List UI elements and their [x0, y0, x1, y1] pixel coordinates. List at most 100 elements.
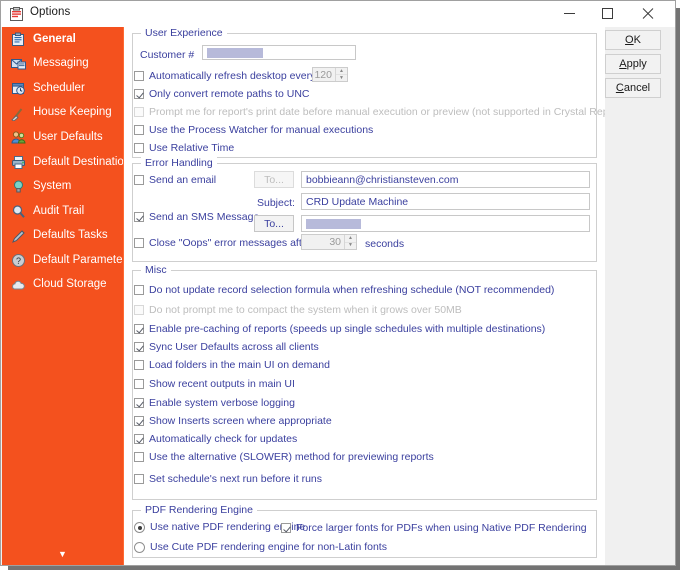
ok-button[interactable]: OK: [605, 30, 661, 50]
misc-item-label: Automatically check for updates: [149, 433, 298, 445]
close-oops-checkbox[interactable]: Close "Oops" error messages after: [134, 238, 311, 249]
customer-number-label: Customer #: [140, 49, 195, 61]
checkbox-box: [134, 398, 144, 408]
sidebar-item-label: General: [33, 32, 76, 45]
sidebar-item-user-defaults[interactable]: User Defaults: [2, 125, 123, 150]
misc-item-label: Enable system verbose logging: [149, 397, 295, 409]
relative-time-checkbox[interactable]: Use Relative Time: [134, 143, 234, 154]
pdf-force-larger-fonts-checkbox[interactable]: Force larger fonts for PDFs when using N…: [281, 523, 587, 534]
window-title: Options: [30, 6, 71, 18]
send-email-label: Send an email: [149, 174, 217, 186]
apply-button[interactable]: Apply: [605, 54, 661, 74]
misc-load-folders-on-demand-checkbox[interactable]: Load folders in the main UI on demand: [134, 360, 330, 371]
misc-auto-check-updates-checkbox[interactable]: Automatically check for updates: [134, 434, 297, 445]
email-subject-label: Subject:: [257, 197, 295, 209]
users-icon: [11, 130, 26, 145]
send-sms-label: Send an SMS Message: [149, 211, 260, 223]
sidebar-item-audit-trail[interactable]: Audit Trail: [2, 199, 123, 224]
sidebar-nav[interactable]: General Messaging Scheduler House Keepin…: [2, 27, 123, 565]
only-convert-unc-checkbox[interactable]: Only convert remote paths to UNC: [134, 89, 309, 100]
email-subject-input[interactable]: CRD Update Machine: [301, 193, 590, 210]
sidebar-item-label: House Keeping: [33, 106, 112, 119]
customer-number-input[interactable]: [202, 45, 356, 60]
sidebar-item-label: Defaults Tasks: [33, 229, 108, 242]
sms-to-button[interactable]: To...: [254, 215, 294, 232]
close-oops-label: Close "Oops" error messages after: [149, 237, 312, 249]
sidebar-item-house-keeping[interactable]: House Keeping: [2, 101, 123, 126]
sidebar-item-label: Scheduler: [33, 81, 85, 94]
sidebar-item-messaging[interactable]: Messaging: [2, 52, 123, 77]
misc-show-recent-outputs-checkbox[interactable]: Show recent outputs in main UI: [134, 379, 295, 390]
stepper-down-icon[interactable]: ▼: [336, 75, 347, 81]
minimize-icon[interactable]: [551, 1, 589, 26]
sidebar-item-label: User Defaults: [33, 130, 103, 143]
stepper-down-icon[interactable]: ▼: [345, 243, 356, 250]
broom-icon: [11, 106, 26, 122]
stepper-arrows[interactable]: ▲ ▼: [335, 68, 347, 81]
checkbox-box: [134, 175, 144, 185]
misc-legend: Misc: [141, 264, 171, 276]
checkbox-box: [134, 71, 144, 81]
apply-button-label: pply: [626, 58, 647, 70]
sidebar-item-general[interactable]: General: [2, 27, 123, 52]
customer-number-redaction: [207, 47, 263, 58]
svg-text:?: ?: [16, 256, 21, 266]
options-clipboard-icon: [10, 7, 23, 21]
sidebar-item-system[interactable]: System: [2, 175, 123, 200]
pdf-native-engine-radio[interactable]: Use native PDF rendering engine: [134, 522, 305, 533]
maximize-icon[interactable]: [589, 1, 627, 26]
checkbox-box: [134, 360, 144, 370]
sidebar-item-cloud-storage[interactable]: Cloud Storage: [2, 273, 123, 298]
misc-sync-user-defaults-checkbox[interactable]: Sync User Defaults across all clients: [134, 342, 319, 353]
checkbox-box: [134, 434, 144, 444]
cancel-button-label: ancel: [623, 82, 651, 94]
checkbox-box: [134, 379, 144, 389]
send-sms-checkbox[interactable]: Send an SMS Message: [134, 212, 259, 223]
checkbox-box: [134, 452, 144, 462]
stepper-arrows[interactable]: ▲ ▼: [344, 235, 356, 249]
radio-circle: [134, 542, 145, 553]
close-icon[interactable]: [629, 1, 667, 26]
sidebar-item-scheduler[interactable]: Scheduler: [2, 76, 123, 101]
sidebar-scroll-down-icon[interactable]: ▼: [2, 550, 123, 559]
misc-item-label: Do not update record selection formula w…: [149, 284, 555, 296]
process-watcher-checkbox[interactable]: Use the Process Watcher for manual execu…: [134, 125, 373, 136]
calendar-clock-icon: [11, 81, 26, 96]
misc-item-label: Load folders in the main UI on demand: [149, 359, 330, 371]
misc-pre-caching-checkbox[interactable]: Enable pre-caching of reports (speeds up…: [134, 324, 545, 335]
email-to-input[interactable]: bobbieann@christiansteven.com: [301, 171, 590, 188]
misc-no-update-record-selection-checkbox[interactable]: Do not update record selection formula w…: [134, 285, 554, 296]
stepper-up-icon[interactable]: ▲: [336, 68, 347, 75]
misc-alternative-preview-checkbox[interactable]: Use the alternative (SLOWER) method for …: [134, 452, 434, 463]
close-oops-seconds-stepper[interactable]: 30 ▲ ▼: [301, 234, 357, 250]
misc-item-label: Enable pre-caching of reports (speeds up…: [149, 323, 546, 335]
checkbox-box: [134, 238, 144, 248]
checkbox-box: [134, 143, 144, 153]
cancel-button[interactable]: Cancel: [605, 78, 661, 98]
title-bar: Options: [1, 1, 675, 27]
send-email-checkbox[interactable]: Send an email: [134, 175, 216, 186]
misc-verbose-logging-checkbox[interactable]: Enable system verbose logging: [134, 398, 295, 409]
sidebar-item-default-destinations[interactable]: Default Destinations: [2, 150, 123, 175]
dialog-action-buttons: OK Apply Cancel: [603, 27, 675, 565]
checkbox-box: [134, 125, 144, 135]
misc-set-next-run-checkbox[interactable]: Set schedule's next run before it runs: [134, 474, 322, 485]
process-watcher-label: Use the Process Watcher for manual execu…: [149, 124, 374, 136]
email-to-button[interactable]: To...: [254, 171, 294, 188]
misc-item-label: Use the alternative (SLOWER) method for …: [149, 451, 434, 463]
sidebar-item-defaults-tasks[interactable]: Defaults Tasks: [2, 224, 123, 249]
auto-refresh-interval-value: 120: [314, 68, 332, 81]
sidebar-item-default-parameters[interactable]: ? Default Parameters: [2, 248, 123, 273]
misc-show-inserts-screen-checkbox[interactable]: Show Inserts screen where appropriate: [134, 416, 332, 427]
sms-to-input[interactable]: [301, 215, 590, 232]
sidebar-item-label: Default Parameters: [33, 253, 123, 266]
checkbox-box: [134, 305, 144, 315]
printer-icon: [11, 155, 26, 170]
pdf-cute-engine-radio[interactable]: Use Cute PDF rendering engine for non-La…: [134, 542, 387, 553]
prompt-print-date-label: Prompt me for report's print date before…: [149, 106, 605, 118]
auto-refresh-interval-stepper[interactable]: 120 ▲ ▼: [312, 67, 348, 82]
error-handling-legend: Error Handling: [141, 157, 217, 169]
misc-item-label: Sync User Defaults across all clients: [149, 341, 319, 353]
misc-item-label: Do not prompt me to compact the system w…: [149, 304, 462, 316]
checkbox-box: [134, 107, 144, 117]
